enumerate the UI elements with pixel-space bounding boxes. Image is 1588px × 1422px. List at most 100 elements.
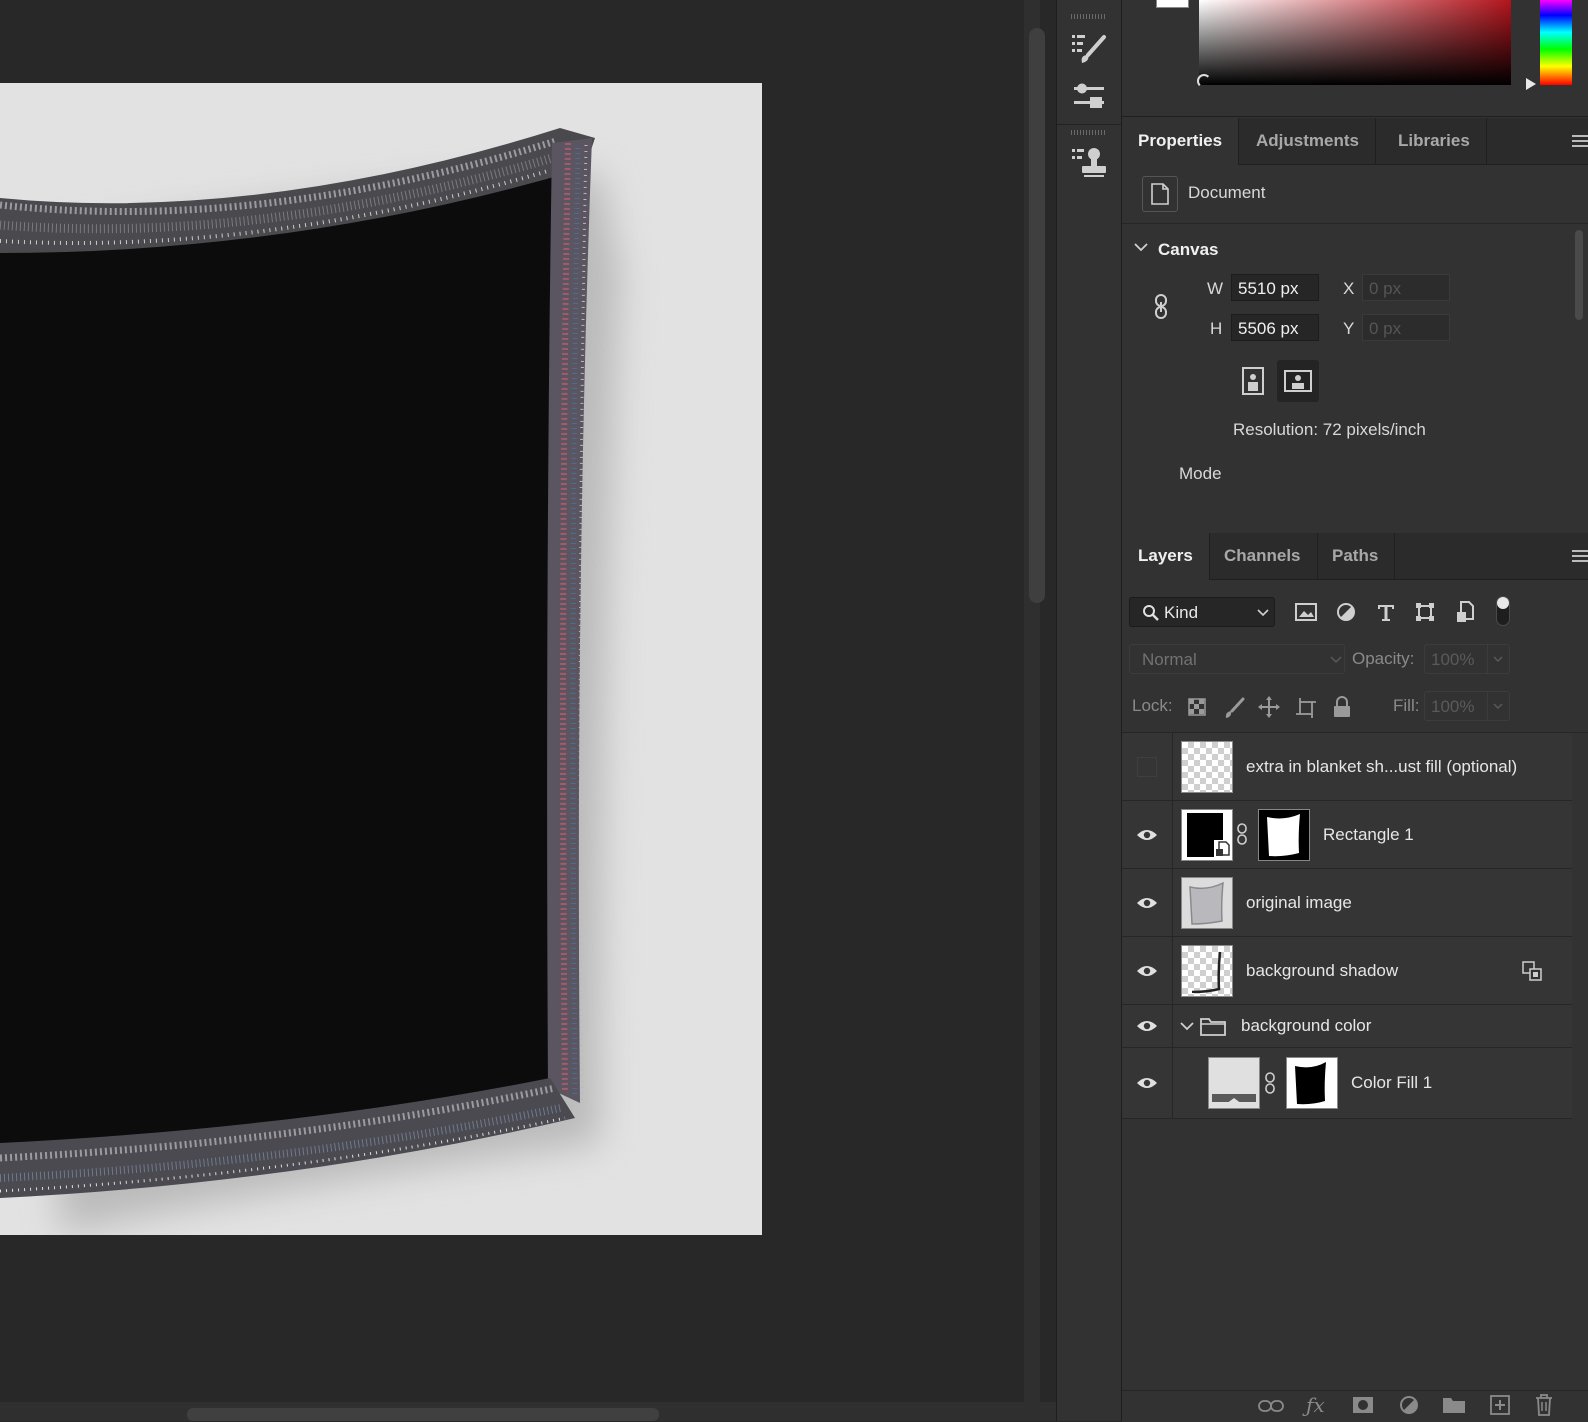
- width-field[interactable]: 5510 px: [1231, 274, 1319, 301]
- strip-grip-2[interactable]: [1071, 130, 1105, 135]
- blanket-thumbnail: [1189, 881, 1224, 925]
- brush-settings-icon: [1072, 35, 1106, 63]
- color-picker-marker[interactable]: [1197, 74, 1211, 88]
- fill-layer-thumbnail: [1208, 1057, 1260, 1109]
- trash-icon[interactable]: [1534, 1394, 1554, 1416]
- mask-link-icon[interactable]: [1264, 1072, 1276, 1094]
- filter-adjustment-layers-icon[interactable]: [1336, 602, 1356, 622]
- blend-mode-value: Normal: [1142, 650, 1197, 669]
- document-label: Document: [1188, 183, 1266, 202]
- layer-mask-thumbnail[interactable]: [1286, 1057, 1338, 1109]
- canvas-collapse-chevron-icon[interactable]: [1134, 242, 1148, 252]
- tab-paths[interactable]: Paths: [1316, 533, 1396, 579]
- portrait-orientation-button[interactable]: [1238, 362, 1268, 400]
- new-layer-icon[interactable]: [1490, 1395, 1510, 1415]
- tab-channels[interactable]: Channels: [1208, 533, 1318, 579]
- filter-toggle-switch[interactable]: [1496, 596, 1510, 626]
- visibility-toggle[interactable]: [1122, 937, 1173, 1004]
- x-label: X: [1343, 279, 1355, 298]
- tab-adjustments[interactable]: Adjustments: [1240, 118, 1376, 164]
- visibility-toggle[interactable]: [1122, 801, 1173, 868]
- visibility-toggle[interactable]: [1122, 733, 1173, 800]
- layer-thumbnail: [1181, 741, 1233, 793]
- lock-all-icon[interactable]: [1333, 696, 1351, 718]
- filter-shape-layers-icon[interactable]: [1415, 602, 1435, 622]
- portrait-icon: [1242, 367, 1264, 395]
- layers-empty-area[interactable]: [1122, 1119, 1572, 1390]
- y-field[interactable]: 0 px: [1362, 314, 1450, 341]
- layer-mask-thumbnail[interactable]: [1258, 809, 1310, 861]
- visibility-toggle[interactable]: [1122, 869, 1173, 936]
- link-dimensions-icon[interactable]: [1153, 294, 1169, 320]
- tab-libraries[interactable]: Libraries: [1382, 118, 1487, 164]
- filter-type-layers-icon[interactable]: [1376, 603, 1396, 621]
- filter-smart-objects-icon[interactable]: [1456, 601, 1476, 623]
- clone-source-icon: [1072, 148, 1106, 177]
- foreground-color-swatch[interactable]: [1156, 0, 1189, 8]
- group-expand-chevron-icon[interactable]: [1180, 1021, 1194, 1031]
- properties-scroll-thumb[interactable]: [1575, 230, 1583, 320]
- vertical-scroll-thumb[interactable]: [1029, 28, 1045, 603]
- document-icon: [1151, 183, 1169, 205]
- new-adjustment-layer-icon[interactable]: [1399, 1395, 1419, 1415]
- hue-slider-handle[interactable]: [1526, 78, 1536, 90]
- search-icon: [1143, 605, 1159, 621]
- mask-shape: [1295, 1062, 1326, 1105]
- mask-link-icon[interactable]: [1236, 823, 1248, 845]
- fx-icon[interactable]: ƒx: [1306, 1393, 1325, 1417]
- layer-thumbnail: [1181, 877, 1233, 929]
- link-layers-icon[interactable]: [1258, 1399, 1284, 1413]
- group-name: background color: [1241, 1016, 1372, 1035]
- adjustments-button[interactable]: [1065, 74, 1113, 118]
- clone-source-button[interactable]: [1065, 140, 1113, 184]
- new-group-icon[interactable]: [1442, 1396, 1466, 1414]
- opacity-field[interactable]: 100%: [1424, 644, 1510, 674]
- layer-name: Rectangle 1: [1323, 825, 1414, 844]
- layer-row-extra-blanket[interactable]: extra in blanket sh...ust fill (optional…: [1122, 733, 1572, 801]
- landscape-orientation-button[interactable]: [1277, 360, 1319, 402]
- hue-slider[interactable]: [1540, 0, 1572, 85]
- layer-row-rectangle-1[interactable]: Rectangle 1: [1122, 801, 1572, 869]
- lock-image-pixels-icon[interactable]: [1223, 697, 1245, 719]
- layer-group-background-color[interactable]: background color: [1122, 1005, 1572, 1048]
- kind-label: Kind: [1164, 603, 1199, 622]
- layer-row-color-fill-1[interactable]: Color Fill 1: [1122, 1048, 1572, 1119]
- height-label: H: [1210, 319, 1223, 338]
- brush-settings-button[interactable]: [1065, 26, 1113, 70]
- eye-icon: [1137, 965, 1157, 976]
- folder-icon: [1200, 1018, 1226, 1036]
- adjust-sliders-icon: [1074, 83, 1104, 108]
- filter-pixel-layers-icon[interactable]: [1295, 601, 1317, 623]
- fill-label: Fill:: [1393, 696, 1420, 715]
- layer-name: extra in blanket sh...ust fill (optional…: [1246, 757, 1518, 776]
- layer-name: Color Fill 1: [1351, 1073, 1433, 1092]
- layer-row-background-shadow[interactable]: background shadow: [1122, 937, 1572, 1005]
- lock-label: Lock:: [1132, 696, 1173, 715]
- color-saturation-field[interactable]: [1199, 0, 1511, 85]
- x-field[interactable]: 0 px: [1362, 274, 1450, 301]
- tab-properties[interactable]: Properties: [1122, 118, 1240, 165]
- properties-panel-menu-icon[interactable]: [1572, 135, 1588, 147]
- visibility-empty-box: [1137, 756, 1157, 777]
- tab-layers[interactable]: Layers: [1122, 533, 1210, 580]
- layer-row-original-image[interactable]: original image: [1122, 869, 1572, 937]
- strip-grip[interactable]: [1071, 14, 1105, 19]
- opacity-label: Opacity:: [1352, 649, 1415, 668]
- layer-kind-filter-dropdown[interactable]: Kind: [1129, 597, 1275, 627]
- fill-field[interactable]: 100%: [1424, 691, 1510, 721]
- visibility-toggle[interactable]: [1122, 1005, 1173, 1047]
- horizontal-scroll-thumb[interactable]: [187, 1408, 659, 1421]
- add-mask-icon[interactable]: [1352, 1396, 1374, 1414]
- lock-artboard-icon[interactable]: [1295, 697, 1317, 719]
- visibility-toggle[interactable]: [1122, 1048, 1173, 1118]
- blend-mode-dropdown[interactable]: Normal: [1129, 644, 1345, 674]
- mask-shape: [1267, 814, 1300, 857]
- smart-object-icon: [1214, 840, 1232, 858]
- fill-divider: [1487, 692, 1488, 720]
- height-field[interactable]: 5506 px: [1231, 314, 1319, 341]
- lock-position-icon[interactable]: [1258, 696, 1280, 718]
- layers-panel-menu-icon[interactable]: [1572, 550, 1588, 562]
- chevron-down-icon: [1257, 609, 1269, 617]
- y-label: Y: [1343, 319, 1355, 338]
- lock-transparent-pixels-icon[interactable]: [1188, 698, 1206, 716]
